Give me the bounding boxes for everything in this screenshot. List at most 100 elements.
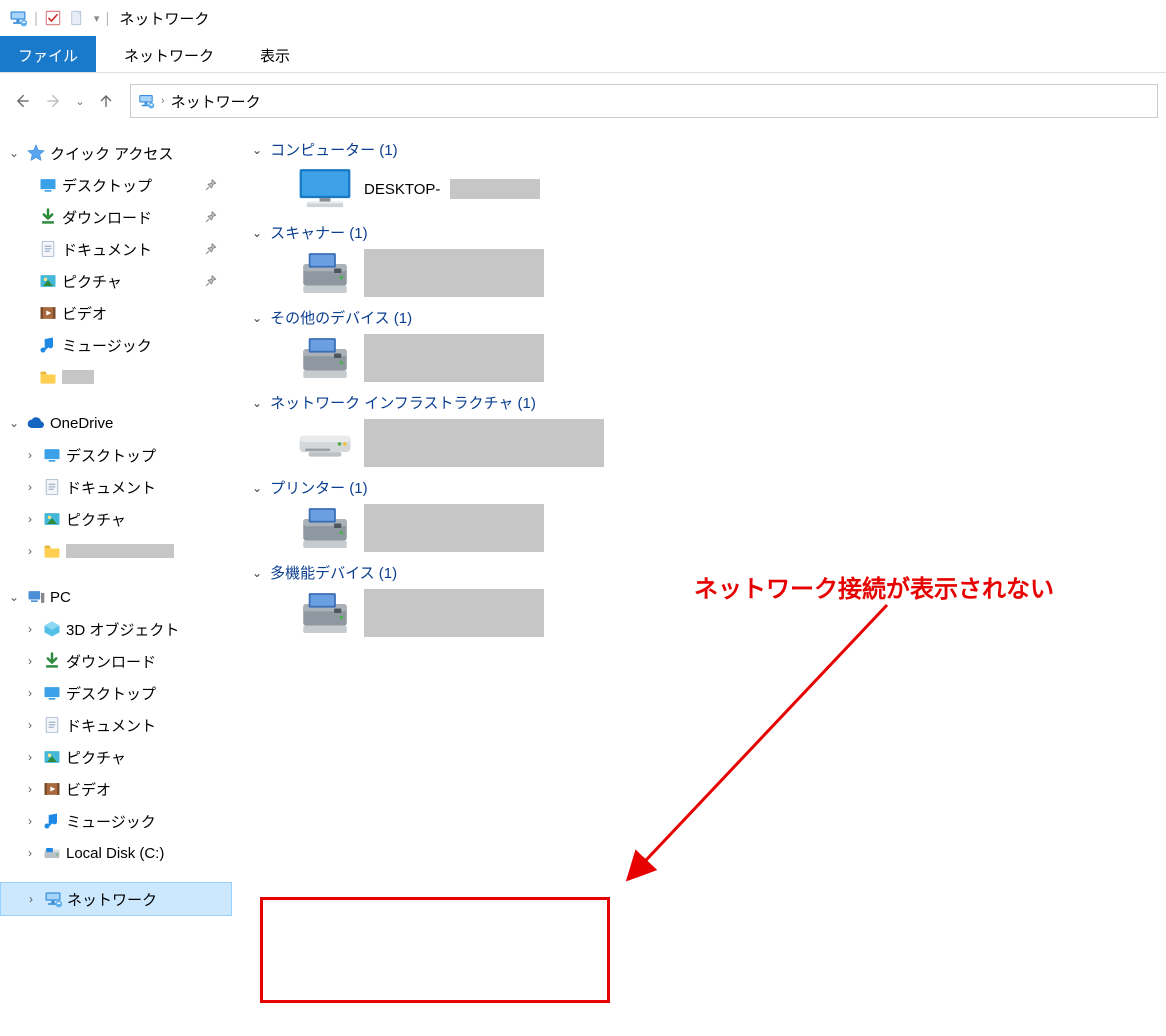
tree-label: ビデオ bbox=[66, 779, 111, 800]
device-item-computer[interactable]: DESKTOP- bbox=[296, 166, 1166, 212]
section-title: その他のデバイス (1) bbox=[270, 307, 412, 328]
qat-overflow[interactable]: ▾ bbox=[94, 12, 100, 25]
pin-icon[interactable] bbox=[204, 210, 218, 224]
chevron-right-icon[interactable]: › bbox=[22, 846, 38, 860]
chevron-right-icon[interactable]: › bbox=[22, 622, 38, 636]
chevron-right-icon[interactable]: › bbox=[22, 544, 38, 558]
section-title: コンピューター (1) bbox=[270, 139, 398, 160]
chevron-right-icon[interactable]: › bbox=[22, 750, 38, 764]
tree-network[interactable]: › ネットワーク bbox=[0, 882, 232, 916]
chevron-down-icon[interactable]: ⌄ bbox=[6, 146, 22, 160]
history-dropdown[interactable]: ⌄ bbox=[72, 87, 88, 115]
device-item-other[interactable] bbox=[296, 334, 1166, 382]
section-header-computer[interactable]: ⌄ コンピューター (1) bbox=[252, 139, 1166, 160]
section-computer: ⌄ コンピューター (1) DESKTOP- bbox=[252, 139, 1166, 212]
tree-desktop[interactable]: デスクトップ bbox=[0, 169, 232, 201]
tree-pinned-folder[interactable] bbox=[0, 361, 232, 393]
printer-icon bbox=[296, 334, 354, 382]
network-app-icon bbox=[8, 8, 28, 28]
chevron-down-icon: ⌄ bbox=[252, 396, 262, 410]
device-item-printer[interactable] bbox=[296, 504, 1166, 552]
chevron-right-icon[interactable]: › bbox=[22, 448, 38, 462]
tree-pc[interactable]: ⌄ PC bbox=[0, 581, 232, 613]
section-title: ネットワーク インフラストラクチャ (1) bbox=[270, 392, 536, 413]
video-icon bbox=[42, 779, 62, 799]
section-header-scanner[interactable]: ⌄ スキャナー (1) bbox=[252, 222, 1166, 243]
tree-pc-3d[interactable]: › 3D オブジェクト bbox=[0, 613, 232, 645]
tree-label: ドキュメント bbox=[62, 239, 152, 260]
ribbon-tab-file[interactable]: ファイル bbox=[0, 36, 96, 72]
pin-icon[interactable] bbox=[204, 274, 218, 288]
pictures-icon bbox=[42, 509, 62, 529]
navigation-pane: ⌄ クイック アクセス デスクトップ ダウンロード ドキュメント ピクチャ ビデ… bbox=[0, 123, 232, 1036]
tree-videos[interactable]: ビデオ bbox=[0, 297, 232, 329]
tree-onedrive[interactable]: ⌄ OneDrive bbox=[0, 407, 232, 439]
tree-label: Local Disk (C:) bbox=[66, 845, 164, 862]
tree-od-documents[interactable]: › ドキュメント bbox=[0, 471, 232, 503]
cloud-icon bbox=[26, 413, 46, 433]
tree-od-folder[interactable]: › bbox=[0, 535, 232, 567]
tree-downloads[interactable]: ダウンロード bbox=[0, 201, 232, 233]
section-header-other-devices[interactable]: ⌄ その他のデバイス (1) bbox=[252, 307, 1166, 328]
tree-pc-videos[interactable]: › ビデオ bbox=[0, 773, 232, 805]
chevron-down-icon: ⌄ bbox=[252, 481, 262, 495]
tree-pc-music[interactable]: › ミュージック bbox=[0, 805, 232, 837]
tree-label: ミュージック bbox=[66, 811, 156, 832]
tree-pc-documents[interactable]: › ドキュメント bbox=[0, 709, 232, 741]
chevron-right-icon[interactable]: › bbox=[22, 512, 38, 526]
device-item-scanner[interactable] bbox=[296, 249, 1166, 297]
section-header-network-infra[interactable]: ⌄ ネットワーク インフラストラクチャ (1) bbox=[252, 392, 1166, 413]
tree-label: ダウンロード bbox=[66, 651, 156, 672]
qat-doc-icon[interactable] bbox=[68, 9, 86, 27]
chevron-down-icon[interactable]: ⌄ bbox=[6, 416, 22, 430]
breadcrumb-location[interactable]: ネットワーク bbox=[171, 91, 261, 112]
tree-label: ピクチャ bbox=[62, 271, 122, 292]
tree-label: ミュージック bbox=[62, 335, 152, 356]
tree-pc-pictures[interactable]: › ピクチャ bbox=[0, 741, 232, 773]
ribbon-tabs: ファイル ネットワーク 表示 bbox=[0, 36, 1166, 73]
ribbon-tab-network[interactable]: ネットワーク bbox=[106, 36, 232, 72]
pc-icon bbox=[26, 587, 46, 607]
download-icon bbox=[42, 651, 62, 671]
chevron-right-icon[interactable]: › bbox=[22, 686, 38, 700]
document-icon bbox=[42, 715, 62, 735]
tree-pictures[interactable]: ピクチャ bbox=[0, 265, 232, 297]
back-button[interactable] bbox=[8, 87, 36, 115]
desktop-icon bbox=[38, 175, 58, 195]
tree-pc-downloads[interactable]: › ダウンロード bbox=[0, 645, 232, 677]
qat-checkbox-icon[interactable] bbox=[44, 9, 62, 27]
pin-icon[interactable] bbox=[204, 178, 218, 192]
device-item-router[interactable] bbox=[296, 419, 1166, 467]
address-bar[interactable]: › ネットワーク bbox=[130, 84, 1158, 118]
redacted-label bbox=[364, 589, 544, 637]
chevron-right-icon[interactable]: › bbox=[22, 782, 38, 796]
chevron-down-icon[interactable]: ⌄ bbox=[6, 590, 22, 604]
desktop-icon bbox=[42, 445, 62, 465]
tree-od-desktop[interactable]: › デスクトップ bbox=[0, 439, 232, 471]
tree-pc-disk[interactable]: › Local Disk (C:) bbox=[0, 837, 232, 869]
chevron-right-icon[interactable]: › bbox=[22, 654, 38, 668]
chevron-right-icon[interactable]: › bbox=[22, 480, 38, 494]
tree-label: PC bbox=[50, 589, 71, 606]
chevron-right-icon[interactable]: › bbox=[23, 892, 39, 906]
tree-quick-access[interactable]: ⌄ クイック アクセス bbox=[0, 137, 232, 169]
section-title: 多機能デバイス (1) bbox=[270, 562, 397, 583]
tree-label: デスクトップ bbox=[66, 445, 156, 466]
pin-icon[interactable] bbox=[204, 242, 218, 256]
forward-button[interactable] bbox=[40, 87, 68, 115]
music-icon bbox=[38, 335, 58, 355]
tree-pc-desktop[interactable]: › デスクトップ bbox=[0, 677, 232, 709]
chevron-right-icon[interactable]: › bbox=[22, 814, 38, 828]
ribbon-tab-view[interactable]: 表示 bbox=[242, 36, 308, 72]
tree-od-pictures[interactable]: › ピクチャ bbox=[0, 503, 232, 535]
chevron-right-icon[interactable]: › bbox=[22, 718, 38, 732]
section-header-printer[interactable]: ⌄ プリンター (1) bbox=[252, 477, 1166, 498]
tree-documents[interactable]: ドキュメント bbox=[0, 233, 232, 265]
printer-icon bbox=[296, 504, 354, 552]
annotation-missing-box bbox=[260, 897, 610, 1003]
nav-bar: ⌄ › ネットワーク bbox=[0, 73, 1166, 123]
divider: | bbox=[105, 10, 109, 27]
section-other-devices: ⌄ その他のデバイス (1) bbox=[252, 307, 1166, 382]
tree-music[interactable]: ミュージック bbox=[0, 329, 232, 361]
up-button[interactable] bbox=[92, 87, 120, 115]
